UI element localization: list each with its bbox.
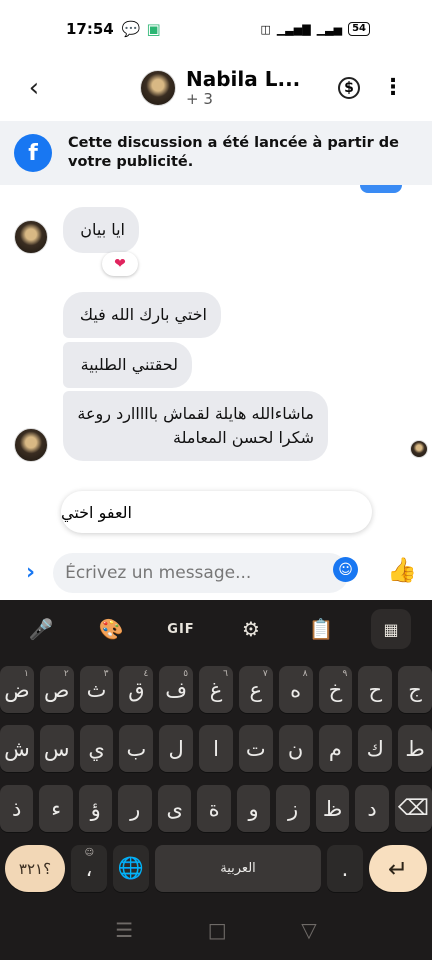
key[interactable]: ت [238, 725, 273, 772]
backspace-icon[interactable]: ⌫ [394, 785, 432, 832]
composer: › [0, 545, 432, 600]
message-bubble[interactable]: لحقتني الطلبية [63, 342, 192, 388]
enter-icon[interactable]: ↵ [369, 845, 427, 892]
navigation-bar: ☰ □ ▽ [0, 900, 432, 960]
message-bubble[interactable]: ماشاءالله هايلة لقماش بااااارد روعة شكرا… [63, 391, 328, 461]
key[interactable]: ه٨ [278, 666, 313, 713]
key[interactable]: ب [119, 725, 154, 772]
app-notification-icon: ▣ [146, 20, 161, 38]
key[interactable]: ف٥ [159, 666, 194, 713]
key[interactable]: ل [159, 725, 194, 772]
key-row-3: ذ ء ؤ ر ى ة و ز ظ د ⌫ [0, 785, 432, 832]
key[interactable]: ز [276, 785, 310, 832]
participant-count: + 3 [186, 89, 213, 108]
gear-icon[interactable]: ⚙ [231, 609, 271, 649]
key[interactable]: ن [278, 725, 313, 772]
banner-text: Cette discussion a été lancée à partir d… [68, 135, 400, 170]
key[interactable]: ص٢ [39, 666, 74, 713]
key[interactable]: د [355, 785, 389, 832]
key[interactable]: ع٧ [238, 666, 273, 713]
recents-icon[interactable]: ☰ [115, 918, 133, 942]
key[interactable]: ك [358, 725, 393, 772]
key[interactable]: ة [197, 785, 231, 832]
back-button[interactable]: ‹ [14, 68, 54, 108]
key[interactable]: ر [118, 785, 152, 832]
key[interactable]: س [39, 725, 74, 772]
status-time: 17:54 [66, 20, 114, 38]
key[interactable]: م [318, 725, 353, 772]
key[interactable]: ي [79, 725, 114, 772]
emoji-icon[interactable]: ☺ [333, 557, 358, 582]
facebook-icon: f [14, 134, 52, 172]
key[interactable]: ش [0, 725, 34, 772]
key[interactable]: و [236, 785, 271, 832]
keyboard-toolbar: 🎤 🎨 GIF ⚙ 📋 ▦ [0, 600, 432, 658]
more-options-icon[interactable]: ⋮ [382, 77, 404, 99]
chat-notification-icon: 💬 [121, 20, 141, 38]
emoji-comma-key[interactable]: ☺ ، [71, 845, 107, 892]
key[interactable]: ظ [315, 785, 350, 832]
conversation-header: ‹ Nabila L... + 3 $ ⋮ [0, 58, 432, 118]
key[interactable]: ؤ [78, 785, 113, 832]
key[interactable]: ث٣ [79, 666, 114, 713]
key[interactable]: ى [157, 785, 192, 832]
message-bubble[interactable]: ايا بيان [63, 207, 139, 253]
key[interactable]: ء [39, 785, 73, 832]
notification-icons: 💬 ▣ [122, 20, 161, 38]
conversation-title-block[interactable]: Nabila L... + 3 [186, 66, 301, 108]
key-row-1: ض١ ص٢ ث٣ ق٤ ف٥ غ٦ ع٧ ه٨ خ٩ ح ج [0, 666, 432, 713]
avatar [14, 428, 48, 462]
key[interactable]: ا [199, 725, 233, 772]
dollar-icon[interactable]: $ [338, 77, 360, 99]
back-nav-icon[interactable]: ▽ [301, 918, 316, 942]
vibrate-icon: ◫ [260, 22, 271, 36]
space-key[interactable]: العربية [155, 845, 321, 892]
system-indicators: ◫ ▁▃▅▇ ▁▃▅ 54 [260, 22, 370, 36]
grid-icon[interactable]: ▦ [371, 609, 411, 649]
gif-button[interactable]: GIF [161, 609, 201, 649]
thumbs-up-icon[interactable]: 👍 [387, 556, 417, 584]
key[interactable]: ق٤ [119, 666, 154, 713]
key[interactable]: ض١ [0, 666, 34, 713]
key[interactable]: ح [358, 666, 393, 713]
message-bubble[interactable]: اختي بارك الله فيك [63, 292, 221, 338]
conversation-title: Nabila L... [186, 66, 301, 91]
battery-indicator: 54 [348, 22, 370, 36]
ad-origin-banner: f Cette discussion a été lancée à partir… [0, 121, 432, 185]
microphone-icon[interactable]: 🎤 [21, 609, 61, 649]
key[interactable]: غ٦ [199, 666, 233, 713]
status-bar: 17:54 💬 ▣ ◫ ▁▃▅▇ ▁▃▅ 54 [0, 0, 432, 58]
home-icon[interactable]: □ [208, 918, 227, 942]
key-row-4: ؟٣٢١ ☺ ، 🌐 العربية . ↵ [0, 845, 432, 892]
key[interactable]: خ٩ [318, 666, 353, 713]
quick-reply-chip[interactable]: العفو اختي [61, 491, 372, 533]
avatar [14, 220, 48, 254]
globe-icon[interactable]: 🌐 [113, 845, 149, 892]
signal-icon: ▁▃▅▇ [276, 22, 311, 36]
key[interactable]: ط [398, 725, 432, 772]
palette-icon[interactable]: 🎨 [91, 609, 131, 649]
period-key[interactable]: . [327, 845, 363, 892]
key-row-2: ش س ي ب ل ا ت ن م ك ط [0, 725, 432, 772]
key[interactable]: ج [398, 666, 432, 713]
heart-reaction-icon[interactable]: ❤ [102, 252, 138, 276]
keyboard: 🎤 🎨 GIF ⚙ 📋 ▦ ض١ ص٢ ث٣ ق٤ ف٥ غ٦ ع٧ ه٨ خ٩… [0, 600, 432, 900]
avatar[interactable] [140, 70, 176, 106]
previous-message-peek [360, 185, 402, 193]
key[interactable]: ذ [0, 785, 34, 832]
clipboard-icon[interactable]: 📋 [301, 609, 341, 649]
message-input[interactable] [53, 552, 350, 593]
seen-avatar [410, 440, 428, 458]
numbers-key[interactable]: ؟٣٢١ [5, 845, 65, 892]
signal-2-icon: ▁▃▅ [316, 22, 343, 36]
chevron-right-icon[interactable]: › [26, 560, 35, 585]
